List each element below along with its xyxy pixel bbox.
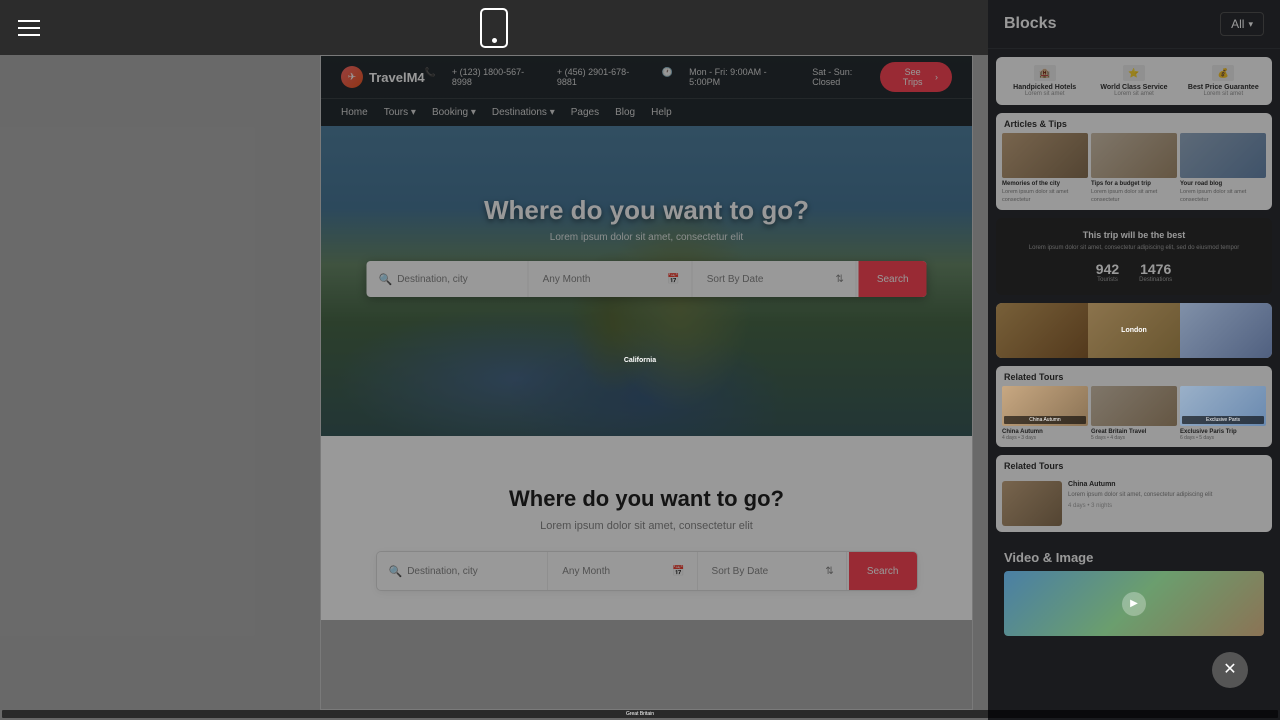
- video-play-button[interactable]: ▶: [1122, 592, 1146, 616]
- tour-badge-1: China Autumn: [1004, 416, 1086, 424]
- gallery-row: California London: [996, 303, 1272, 358]
- hamburger-menu[interactable]: [18, 20, 40, 36]
- gallery-overlay-2: London: [1088, 303, 1180, 358]
- video-thumbnail[interactable]: ▶: [1004, 571, 1264, 636]
- block-gallery[interactable]: California London: [996, 303, 1272, 358]
- gallery-item-3: [1180, 303, 1272, 358]
- tour-img-1: China Autumn: [1002, 386, 1088, 426]
- close-icon: ✕: [1223, 662, 1236, 678]
- gallery-item-1: California: [996, 303, 1088, 358]
- gallery-img-1: California: [996, 303, 1088, 358]
- tour-badge-3: Exclusive Paris: [1182, 416, 1264, 424]
- right-panel: Blocks All ▾ 🏨 Handpicked Hotels Lorem s…: [988, 0, 1280, 720]
- top-bar: [0, 0, 988, 55]
- blocks-list: 🏨 Handpicked Hotels Lorem sit amet ⭐ Wor…: [988, 49, 1280, 668]
- gallery-img-2: London: [1088, 303, 1180, 358]
- gallery-label-2: London: [1121, 327, 1147, 334]
- mobile-preview-icon[interactable]: [480, 8, 508, 48]
- close-button[interactable]: ✕: [1212, 652, 1248, 688]
- gallery-img-3: [1180, 303, 1272, 358]
- tour-img-3: Exclusive Paris: [1180, 386, 1266, 426]
- gallery-item-2: London: [1088, 303, 1180, 358]
